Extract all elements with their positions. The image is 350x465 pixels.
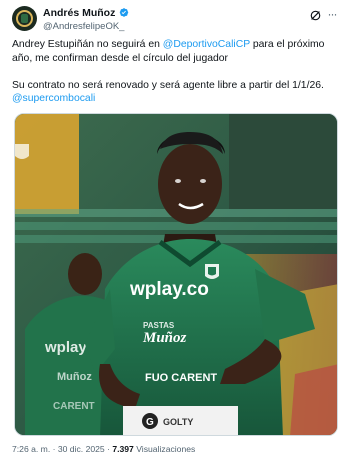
author-display-name[interactable]: Andrés Muñoz xyxy=(43,7,115,19)
svg-text:GOLTY: GOLTY xyxy=(163,417,193,427)
tweet-card[interactable]: Andrés Muñoz @AndresfelipeOK_ ··· Andrey… xyxy=(0,0,350,465)
tweet-text: Andrey Estupiñán no seguirá en @Deportiv… xyxy=(12,38,338,106)
text-segment: Andrey Estupiñán no seguirá en xyxy=(12,39,163,50)
avatar[interactable] xyxy=(12,6,37,31)
verified-badge-icon xyxy=(120,8,129,17)
name-row: Andrés Muñoz xyxy=(43,6,129,19)
tweet-paragraph-1: Andrey Estupiñán no seguirá en @Deportiv… xyxy=(12,38,338,66)
grok-icon[interactable] xyxy=(309,9,322,22)
jersey-sponsor-text: wplay.co xyxy=(129,279,209,300)
svg-text:G: G xyxy=(146,417,154,428)
svg-text:wplay: wplay xyxy=(44,339,87,356)
tweet-meta: 7:26 a. m. · 30 dic. 2025 · 7.397 Visual… xyxy=(12,444,338,454)
tweet-photo[interactable]: wplay Muñoz CARENT G GOLTY wplay.co PAST… xyxy=(14,113,338,436)
views-label: Visualizaciones xyxy=(133,444,196,454)
views-count: 7.397 xyxy=(112,444,134,454)
red-seats xyxy=(290,364,337,435)
player-photo-illustration: wplay Muñoz CARENT G GOLTY wplay.co PAST… xyxy=(15,114,337,435)
svg-text:Muñoz: Muñoz xyxy=(142,330,187,346)
tweet-time[interactable]: 7:26 a. m. xyxy=(12,444,50,454)
author-handle[interactable]: @AndresfelipeOK_ xyxy=(43,21,129,32)
author-names: Andrés Muñoz @AndresfelipeOK_ xyxy=(43,6,129,32)
tweet-date[interactable]: 30 dic. 2025 xyxy=(58,444,105,454)
svg-text:PASTAS: PASTAS xyxy=(143,321,175,330)
more-options-icon[interactable]: ··· xyxy=(326,7,338,21)
svg-text:CARENT: CARENT xyxy=(53,401,95,412)
jersey-sleeve-logo: FUO CARENT xyxy=(145,372,217,384)
mention-link[interactable]: @supercombocali xyxy=(12,93,95,104)
tweet-paragraph-2: Su contrato no será renovado y será agen… xyxy=(12,79,338,107)
svg-text:Muñoz: Muñoz xyxy=(57,371,92,383)
mention-link[interactable]: @DeportivoCaliCP xyxy=(163,39,250,50)
text-segment: Su contrato no será renovado y será agen… xyxy=(12,79,324,91)
stadium-roof xyxy=(229,114,337,209)
club-crest-icon xyxy=(205,264,219,279)
avatar-core xyxy=(21,14,28,23)
yellow-banner xyxy=(15,114,79,214)
tweet-header: Andrés Muñoz @AndresfelipeOK_ ··· xyxy=(12,4,338,34)
meta-separator: · xyxy=(50,444,58,454)
club-watermark-icon xyxy=(15,144,29,159)
